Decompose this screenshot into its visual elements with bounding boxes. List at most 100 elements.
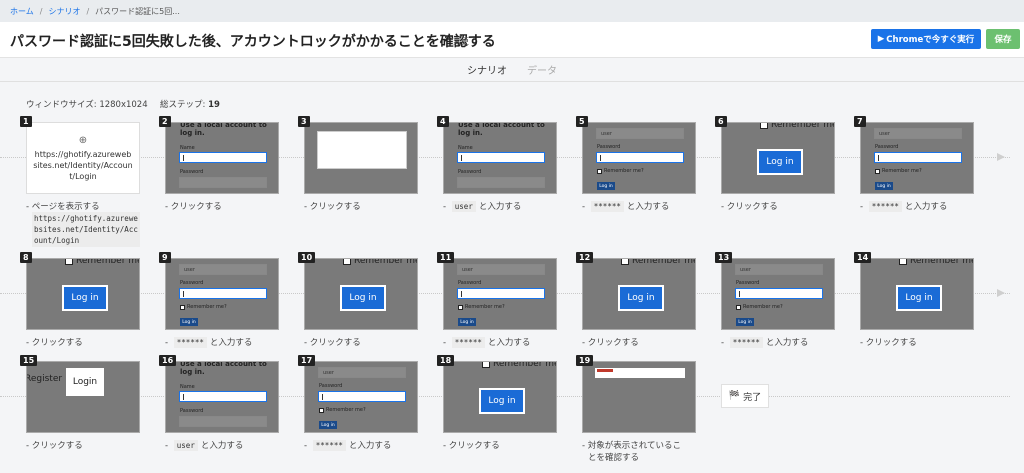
remember-me-label: Remember me [632, 258, 696, 266]
tab-scenario[interactable]: シナリオ [467, 62, 507, 77]
password-label: Password [458, 169, 482, 175]
password-input [457, 177, 545, 188]
password-label: Password [458, 280, 482, 286]
arrow-right-icon [997, 153, 1005, 161]
step-screenshot[interactable]: user Password Remember me? Log in [721, 258, 835, 330]
breadcrumb-separator: / [39, 6, 43, 16]
remember-me-label: Remember me [493, 361, 557, 369]
step-description: - クリックする [582, 338, 639, 348]
breadcrumb: ホーム / シナリオ / パスワード認証に5回... [0, 0, 1024, 22]
step-screenshot[interactable]: Remember me Log in [721, 122, 835, 194]
total-steps-label: 総ステップ: [160, 100, 206, 110]
step-screenshot[interactable]: user Password Remember me? Log in [165, 258, 279, 330]
arrow-right-icon [997, 289, 1005, 297]
remember-me-label: Remember me [76, 258, 140, 266]
step-input-value: ****** [868, 201, 902, 212]
step-description: - クリックする [443, 441, 500, 451]
remember-me-checkbox: Remember me [760, 123, 834, 130]
step-screenshot[interactable]: Register Login [26, 361, 140, 433]
remember-me-label: Remember me? [604, 168, 644, 174]
password-label: Password [180, 169, 204, 175]
name-input: user [457, 264, 545, 275]
step-screenshot[interactable]: user Password Remember me? Log in [582, 122, 696, 194]
name-label: Name [180, 145, 195, 151]
run-in-chrome-button[interactable]: ▶ Chromeで今すぐ実行 [871, 29, 981, 49]
step-screenshot[interactable]: Remember me Log in [26, 258, 140, 330]
password-label: Password [180, 280, 204, 286]
remember-me-checkbox: Remember me? [180, 304, 227, 310]
remember-me-checkbox: Remember me? [875, 168, 922, 174]
step-screenshot[interactable] [304, 122, 418, 194]
step-screenshot[interactable]: Use a local account to log in. Name Pass… [165, 122, 279, 194]
step-input-value: ****** [729, 337, 763, 348]
step-number: 7 [854, 116, 866, 127]
name-input-value: user [323, 370, 334, 376]
login-button: Log in [180, 318, 198, 326]
password-input [179, 288, 267, 299]
login-link: Login [66, 368, 104, 396]
step-screenshot[interactable]: Use a local account to log in. Name Pass… [165, 361, 279, 433]
step-input-value: user [173, 440, 198, 451]
flag-icon: 🏁 [728, 391, 741, 401]
step-number: 9 [159, 252, 171, 263]
step-number: 13 [715, 252, 733, 263]
step-screenshot[interactable]: Remember me Log in [304, 258, 418, 330]
login-button: Log in [618, 285, 664, 311]
total-steps-info: 総ステップ: 19 [160, 98, 220, 110]
password-input [735, 288, 823, 299]
step-input-value: ****** [451, 337, 485, 348]
step-screenshot[interactable]: user Password Remember me? Log in [304, 361, 418, 433]
remember-me-checkbox: Remember me? [319, 407, 366, 413]
tab-data[interactable]: データ [527, 62, 557, 77]
window-size-label: ウィンドウサイズ: [26, 100, 97, 110]
breadcrumb-scenario-link[interactable]: シナリオ [48, 6, 80, 17]
name-input [179, 391, 267, 402]
error-message [597, 369, 613, 372]
name-input: user [179, 264, 267, 275]
edit-title-link[interactable]: 変更 [453, 36, 469, 47]
step-desc-text: と入力する [765, 338, 809, 348]
password-label: Password [180, 408, 204, 414]
step-description: - クリックする [26, 338, 83, 348]
step-screenshot[interactable] [582, 361, 696, 433]
step-screenshot[interactable]: Remember me Log in [582, 258, 696, 330]
register-link: Register [26, 374, 63, 384]
step-number: 1 [20, 116, 32, 127]
remember-me-label: Remember me [910, 258, 974, 266]
step-desc-text: と入力する [626, 202, 670, 212]
step-description: - user と入力する [443, 201, 522, 212]
name-input [457, 152, 545, 163]
name-input-value: user [879, 131, 890, 137]
tabs: シナリオ データ [0, 58, 1024, 82]
step-number: 17 [298, 355, 316, 366]
login-heading: Use a local account to log in. [458, 122, 545, 137]
name-input: user [874, 128, 962, 139]
save-button[interactable]: 保存 [986, 29, 1020, 49]
step-screenshot[interactable]: Use a local account to log in. Name Pass… [443, 122, 557, 194]
step-input-value: ****** [173, 337, 207, 348]
remember-me-label: Remember me? [882, 168, 922, 174]
login-button: Log in [319, 421, 337, 429]
login-button: Log in [875, 182, 893, 190]
step-description: - user と入力する [165, 440, 244, 451]
step-description: - クリックする [304, 338, 361, 348]
step-screenshot[interactable]: ⊕ https://ghotify.azurewebsites.net/Iden… [26, 122, 140, 194]
remember-me-checkbox: Remember me [343, 259, 417, 266]
step-screenshot[interactable]: Remember me Log in [443, 361, 557, 433]
login-heading: Use a local account to log in. [180, 122, 267, 137]
step-input-value: user [451, 201, 476, 212]
step-screenshot[interactable]: user Password Remember me? Log in [860, 122, 974, 194]
step-number: 15 [20, 355, 38, 366]
step-number: 6 [715, 116, 727, 127]
name-label: Name [180, 384, 195, 390]
step-screenshot[interactable]: Remember me Log in [860, 258, 974, 330]
password-input [874, 152, 962, 163]
step-description: - クリックする [304, 202, 361, 212]
globe-icon: ⊕ [78, 134, 88, 146]
step-description: - ****** と入力する [582, 201, 670, 212]
step-desc-text: ページを表示する [31, 202, 100, 212]
password-input [318, 391, 406, 402]
step-screenshot[interactable]: user Password Remember me? Log in [443, 258, 557, 330]
step-description: - クリックする [26, 441, 83, 451]
breadcrumb-home-link[interactable]: ホーム [10, 6, 34, 17]
